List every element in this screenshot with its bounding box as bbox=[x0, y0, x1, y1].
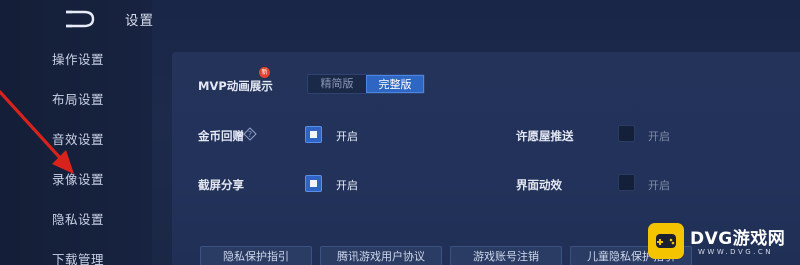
coin-rebate-option-label: 开启 bbox=[336, 130, 358, 143]
screenshot-share-checkbox[interactable] bbox=[305, 175, 322, 192]
wish-house-push-checkbox[interactable] bbox=[618, 125, 635, 142]
wish-house-push-label: 许愿屋推送 bbox=[516, 129, 574, 143]
mvp-option-full[interactable]: 完整版 bbox=[366, 75, 424, 93]
account-deletion-button[interactable]: 游戏账号注销 bbox=[450, 246, 562, 265]
privacy-guide-button[interactable]: 隐私保护指引 bbox=[200, 246, 312, 265]
page-title: 设置 bbox=[125, 13, 154, 29]
new-badge: 新 bbox=[259, 67, 270, 78]
screenshot-share-label: 截屏分享 bbox=[198, 178, 244, 192]
mvp-option-lite[interactable]: 精简版 bbox=[308, 75, 366, 93]
settings-screen: 操作设置 布局设置 音效设置 录像设置 隐私设置 下载管理 设置 MVP动画展示… bbox=[0, 0, 800, 265]
svg-text:?: ? bbox=[248, 130, 252, 139]
ui-motion-option-label: 开启 bbox=[648, 179, 670, 192]
watermark: DVG游戏网 WWW.DVG.CN bbox=[648, 221, 798, 261]
sidebar-item-privacy[interactable]: 隐私设置 bbox=[0, 209, 152, 231]
mvp-animation-label: MVP动画展示 bbox=[198, 79, 273, 93]
ui-motion-label: 界面动效 bbox=[516, 178, 562, 192]
mvp-version-selector: 精简版 完整版 bbox=[307, 74, 425, 94]
coin-rebate-label: 金币回赠 bbox=[198, 129, 244, 143]
watermark-title: DVG游戏网 bbox=[690, 229, 786, 249]
ui-motion-checkbox[interactable] bbox=[618, 174, 635, 191]
sidebar: 操作设置 布局设置 音效设置 录像设置 隐私设置 下载管理 bbox=[0, 0, 152, 265]
watermark-logo-icon bbox=[648, 223, 684, 259]
coin-rebate-checkbox[interactable] bbox=[305, 126, 322, 143]
sidebar-item-controls[interactable]: 操作设置 bbox=[0, 49, 152, 71]
watermark-url: WWW.DVG.CN bbox=[698, 248, 774, 256]
back-icon[interactable] bbox=[62, 10, 96, 28]
annotation-arrow-icon bbox=[0, 90, 74, 174]
wish-house-push-option-label: 开启 bbox=[648, 130, 670, 143]
user-agreement-button[interactable]: 腾讯游戏用户协议 bbox=[320, 246, 442, 265]
sidebar-item-downloads[interactable]: 下载管理 bbox=[0, 249, 152, 265]
screenshot-share-option-label: 开启 bbox=[336, 179, 358, 192]
help-icon[interactable]: ? bbox=[243, 127, 257, 141]
